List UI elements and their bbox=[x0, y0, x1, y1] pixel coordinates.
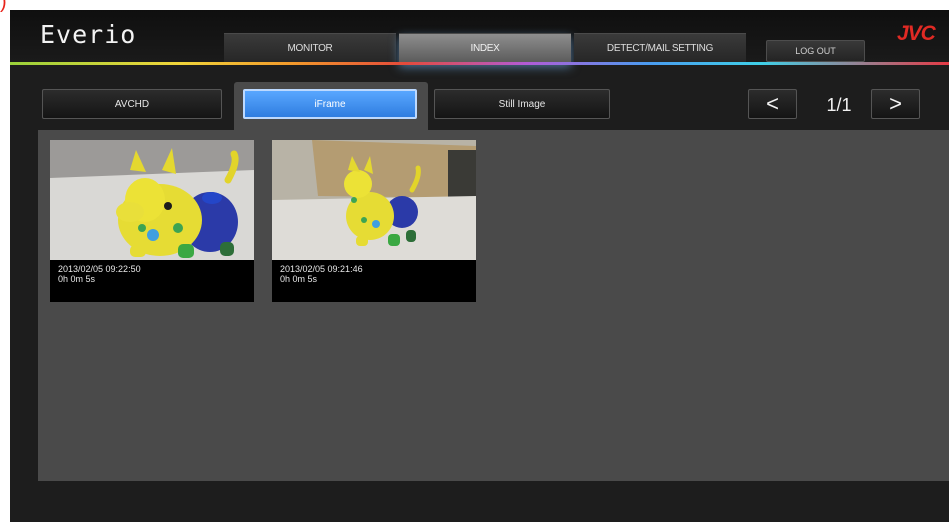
thumbnail-image bbox=[50, 140, 254, 260]
chevron-left-icon: < bbox=[766, 91, 779, 116]
thumbnail-image bbox=[272, 140, 476, 260]
thumbnail-caption: 2013/02/05 09:22:50 0h 0m 5s bbox=[58, 264, 141, 284]
header-bar: Everio MONITOR INDEX DETECT/MAIL SETTING… bbox=[10, 10, 949, 63]
jvc-logo: JVC bbox=[897, 22, 936, 45]
corner-mark: ) bbox=[0, 0, 7, 13]
thumbnail-grid: 2013/02/05 09:22:50 0h 0m 5s 2013/02/05 … bbox=[38, 130, 949, 481]
tab-monitor[interactable]: MONITOR bbox=[224, 33, 396, 63]
thumbnail-duration: 0h 0m 5s bbox=[280, 274, 318, 284]
thumbnail-datetime: 2013/02/05 09:22:50 bbox=[58, 264, 141, 274]
tab-index[interactable]: INDEX bbox=[399, 33, 571, 63]
tab-detect-mail-setting[interactable]: DETECT/MAIL SETTING bbox=[574, 33, 746, 63]
thumbnail-duration: 0h 0m 5s bbox=[58, 274, 96, 284]
thumbnail-caption: 2013/02/05 09:21:46 0h 0m 5s bbox=[280, 264, 363, 284]
video-thumbnail[interactable]: 2013/02/05 09:22:50 0h 0m 5s bbox=[50, 140, 254, 302]
next-page-button[interactable]: > bbox=[871, 89, 920, 119]
header-divider bbox=[10, 62, 949, 65]
tab-iframe[interactable]: iFrame bbox=[243, 89, 417, 119]
logout-button[interactable]: LOG OUT bbox=[766, 40, 865, 62]
video-thumbnail[interactable]: 2013/02/05 09:21:46 0h 0m 5s bbox=[272, 140, 476, 302]
brand-logo: Everio bbox=[40, 20, 137, 49]
tab-still-image[interactable]: Still Image bbox=[434, 89, 610, 119]
prev-page-button[interactable]: < bbox=[748, 89, 797, 119]
tab-avchd[interactable]: AVCHD bbox=[42, 89, 222, 119]
thumbnail-datetime: 2013/02/05 09:21:46 bbox=[280, 264, 363, 274]
app-window: Everio MONITOR INDEX DETECT/MAIL SETTING… bbox=[10, 10, 949, 522]
page-indicator: 1/1 bbox=[826, 94, 852, 115]
chevron-right-icon: > bbox=[889, 91, 902, 116]
